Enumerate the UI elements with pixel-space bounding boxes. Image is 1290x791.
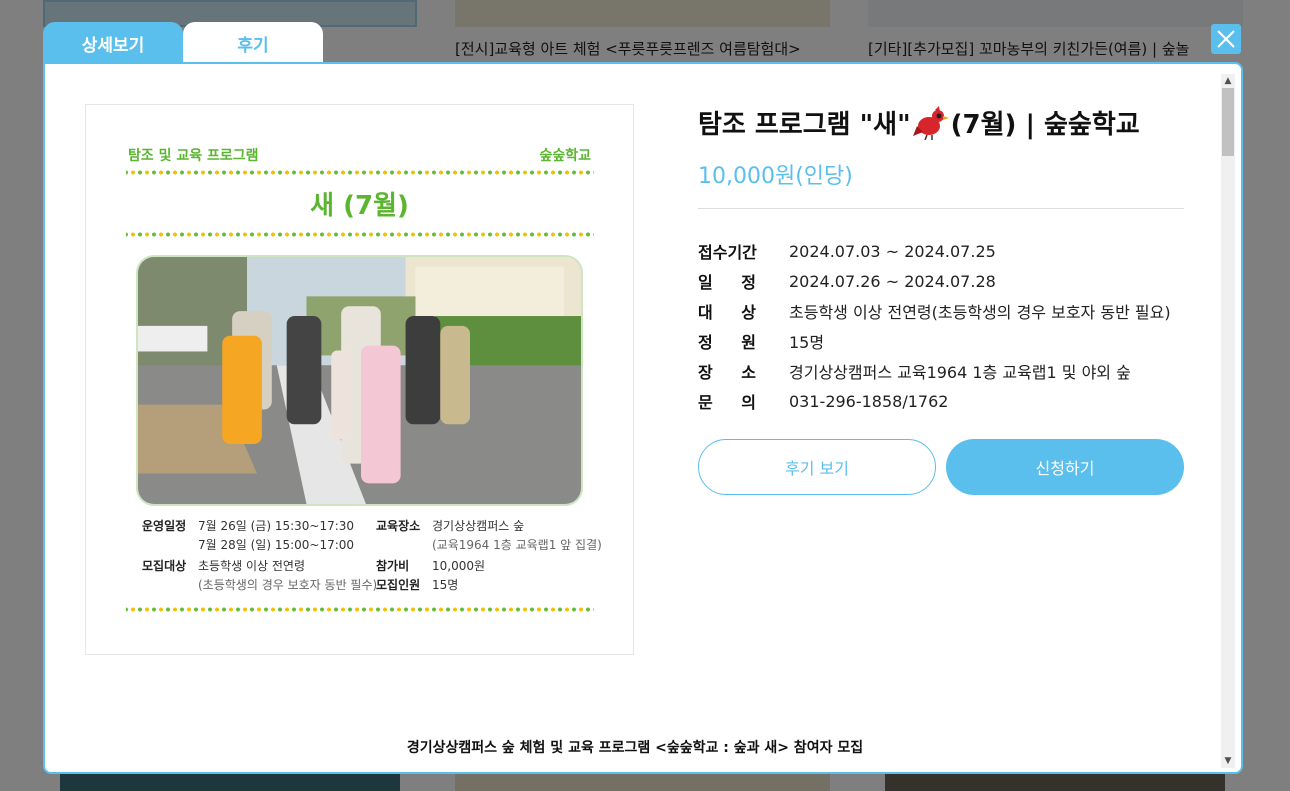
info-key-char: 상	[741, 303, 756, 322]
poster-place: 교육장소 경기상상캠퍼스 숲 (교육1964 1층 교육랩1 앞 집결)	[376, 517, 602, 555]
scroll-thumb[interactable]	[1222, 88, 1234, 156]
dotted-divider	[126, 232, 594, 237]
program-price: 10,000원(인당)	[698, 164, 853, 189]
poster-brand: 숲숲학교	[539, 148, 591, 164]
info-key: 접수기간	[698, 243, 757, 262]
info-value: 15명	[789, 333, 825, 352]
info-value: 2024.07.26 ~ 2024.07.28	[789, 271, 996, 291]
program-info-table: 접수기간 2024.07.03 ~ 2024.07.25 일 정 2024.07…	[698, 236, 1171, 416]
close-button[interactable]	[1211, 24, 1241, 54]
view-reviews-button[interactable]: 후기 보기	[698, 439, 936, 495]
poster-title: 새 (7월)	[310, 191, 409, 221]
info-key: 일 정	[698, 269, 756, 293]
info-key-char: 정	[741, 273, 756, 292]
info-key: 장 소	[698, 359, 756, 383]
scroll-down-icon[interactable]: ▼	[1221, 754, 1235, 768]
info-key-char: 장	[698, 363, 713, 382]
poster-target: 모집대상 초등학생 이상 전연령 (초등학생의 경우 보호자 동반 필수)	[142, 557, 377, 595]
poster-photo	[136, 255, 583, 506]
info-key: 문 의	[698, 389, 756, 413]
info-value: 경기상상캠퍼스 교육1964 1층 교육랩1 및 야외 숲	[789, 363, 1131, 382]
poster-capacity-key: 모집인원	[376, 578, 421, 592]
poster-capacity-value: 15명	[432, 578, 459, 592]
divider	[698, 208, 1184, 209]
info-key-char: 의	[741, 393, 756, 412]
apply-button[interactable]: 신청하기	[946, 439, 1184, 495]
program-description: 경기상상캠퍼스 숲 체험 및 교육 프로그램 <숲숲학교 : 숲과 새> 참여자…	[406, 740, 864, 756]
scroll-up-icon[interactable]: ▲	[1221, 74, 1235, 88]
program-detail-modal: 탐조 및 교육 프로그램 숲숲학교 새 (7월) 운영일정 7월 26일 (금)…	[43, 62, 1243, 774]
poster-place-line2: (교육1964 1층 교육랩1 앞 집결)	[432, 538, 602, 552]
scrollbar[interactable]: ▲ ▼	[1221, 74, 1235, 768]
info-key-char: 일	[698, 273, 713, 292]
poster-schedule: 운영일정 7월 26일 (금) 15:30~17:30 7월 28일 (일) 1…	[142, 517, 354, 555]
info-key-char: 문	[698, 393, 713, 412]
program-title-start: 탐조 프로그램 "새"	[698, 110, 911, 140]
poster-category: 탐조 및 교육 프로그램	[128, 148, 259, 164]
info-value: 2024.07.03 ~ 2024.07.25	[789, 241, 996, 261]
info-row-target: 대 상 초등학생 이상 전연령(초등학생의 경우 보호자 동반 필요)	[698, 296, 1171, 326]
program-poster: 탐조 및 교육 프로그램 숲숲학교 새 (7월) 운영일정 7월 26일 (금)…	[85, 104, 634, 655]
tab-review[interactable]: 후기	[183, 22, 323, 64]
info-key-char: 원	[741, 333, 756, 352]
close-icon	[1217, 30, 1235, 48]
poster-fee: 참가비 10,000원 모집인원 15명	[376, 557, 485, 595]
poster-target-line1: 초등학생 이상 전연령	[198, 559, 305, 573]
info-row-contact: 문 의 031-296-1858/1762	[698, 386, 1171, 416]
poster-schedule-key: 운영일정	[142, 519, 187, 533]
info-key: 대 상	[698, 299, 756, 323]
poster-schedule-line2: 7월 28일 (일) 15:00~17:00	[198, 538, 355, 552]
info-row-place: 장 소 경기상상캠퍼스 교육1964 1층 교육랩1 및 야외 숲	[698, 356, 1171, 386]
program-title: 탐조 프로그램 "새" (7월) | 숲숲학교	[698, 104, 1140, 141]
tab-detail[interactable]: 상세보기	[43, 22, 183, 64]
poster-target-line2: (초등학생의 경우 보호자 동반 필수)	[198, 578, 378, 592]
poster-fee-key: 참가비	[376, 559, 410, 573]
poster-place-line1: 경기상상캠퍼스 숲	[432, 519, 525, 533]
info-value: 031-296-1858/1762	[789, 391, 949, 411]
poster-place-key: 교육장소	[376, 519, 421, 533]
poster-schedule-line1: 7월 26일 (금) 15:30~17:30	[198, 519, 355, 533]
program-title-end: (7월) | 숲숲학교	[950, 110, 1140, 140]
info-row-schedule: 일 정 2024.07.26 ~ 2024.07.28	[698, 266, 1171, 296]
info-key-char: 소	[741, 363, 756, 382]
poster-fee-value: 10,000원	[432, 559, 486, 573]
info-row-capacity: 정 원 15명	[698, 326, 1171, 356]
info-key-char: 대	[698, 303, 713, 322]
dotted-divider	[126, 607, 594, 612]
dotted-divider	[126, 170, 594, 175]
red-bird-icon	[912, 105, 949, 140]
poster-target-key: 모집대상	[142, 559, 187, 573]
info-key: 정 원	[698, 329, 756, 353]
info-value: 초등학생 이상 전연령(초등학생의 경우 보호자 동반 필요)	[789, 303, 1171, 322]
info-row-reception-period: 접수기간 2024.07.03 ~ 2024.07.25	[698, 236, 1171, 266]
info-key-char: 정	[698, 333, 713, 352]
